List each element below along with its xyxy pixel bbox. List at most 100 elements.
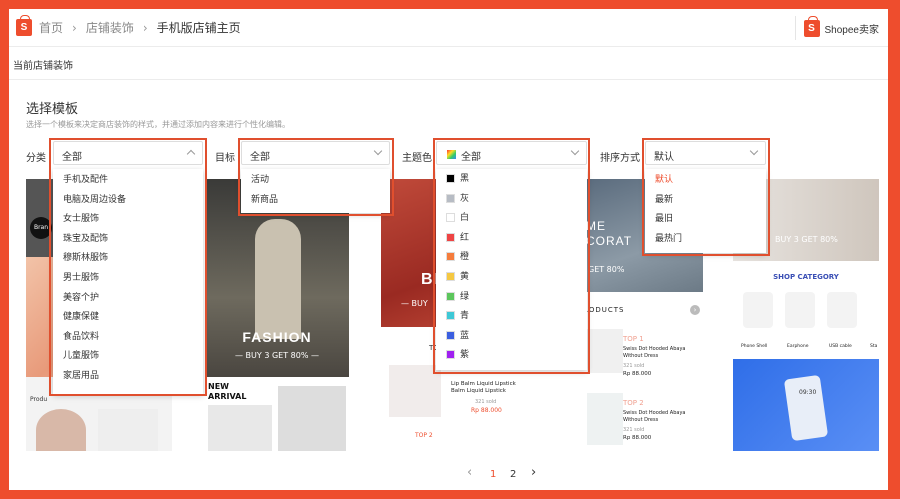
pagination-prev-icon[interactable]: ‹	[467, 465, 472, 480]
chevron-right-icon: ›	[72, 20, 77, 35]
target-select-value: 全部	[250, 152, 270, 163]
category-option[interactable]: 手机及配件	[53, 171, 203, 191]
template-4-sold-1: 321 sold	[623, 363, 645, 369]
sort-option-popular[interactable]: 最热门	[645, 230, 766, 250]
color-option-orange[interactable]: 橙	[436, 248, 587, 268]
seller-center-label: Shopee卖家	[824, 24, 879, 36]
logo-glyph: S	[20, 22, 28, 33]
template-5-category-image-1	[743, 292, 773, 328]
chevron-down-icon	[749, 146, 759, 156]
template-5-category-label-3: USB cable	[829, 344, 852, 349]
template-1-product-image-2	[98, 409, 158, 451]
category-option[interactable]: 男士服饰	[53, 269, 203, 289]
breadcrumb: 首页 › 店铺装饰 › 手机版店铺主页	[39, 19, 241, 36]
template-2-model	[255, 219, 301, 339]
template-3-product-image	[389, 365, 441, 417]
color-swatch	[446, 291, 455, 301]
color-swatch	[446, 193, 455, 203]
color-option-label: 白	[460, 213, 470, 224]
chevron-down-icon	[570, 146, 580, 156]
template-4-headline: ME CORAT	[586, 219, 633, 248]
section-title: 选择模板	[26, 102, 79, 117]
template-5-promo: BUY 3 GET 80%	[775, 235, 838, 244]
category-filter-label: 分类	[26, 153, 46, 164]
color-option-black[interactable]: 黑	[436, 170, 587, 190]
sort-option-oldest[interactable]: 最旧	[645, 210, 766, 230]
template-2-promo: — BUY 3 GET 80% —	[235, 351, 319, 360]
pagination-next-icon[interactable]: ›	[531, 465, 536, 480]
theme-color-dropdown: 黑 灰 白 红 橙 黄 绿 青 蓝 紫	[436, 169, 587, 370]
theme-color-filter-label: 主题色	[402, 153, 432, 164]
template-3-sold: 321 sold	[475, 399, 497, 405]
template-5-shop-category: SHOP CATEGORY	[773, 273, 839, 281]
chevron-right-icon: ›	[142, 20, 148, 35]
category-select[interactable]: 全部	[53, 141, 203, 165]
category-dropdown: 手机及配件 电脑及周边设备 女士服饰 珠宝及配饰 穆斯林服饰 男士服饰 美容个护…	[53, 169, 203, 394]
color-option-gray[interactable]: 灰	[436, 190, 587, 210]
color-option-cyan[interactable]: 青	[436, 307, 587, 327]
color-option-label: 蓝	[460, 330, 470, 341]
breadcrumb-shop-decor[interactable]: 店铺装饰	[86, 19, 134, 36]
template-5-phone-time: 09:30	[799, 389, 817, 396]
template-4-products-title: RODUCTS	[583, 306, 625, 314]
sort-select-value: 默认	[654, 152, 674, 163]
target-dropdown: 活动 新商品	[241, 169, 390, 213]
section-description: 选择一个模板来决定商店装饰的样式，并通过添加内容来进行个性化编辑。	[26, 120, 290, 129]
color-option-purple[interactable]: 紫	[436, 346, 587, 366]
seller-center-link[interactable]: S Shopee卖家	[794, 15, 879, 40]
theme-color-select[interactable]: 全部	[436, 141, 587, 165]
template-4-promo: GET 80%	[588, 265, 625, 274]
category-option[interactable]: 健康保健	[53, 308, 203, 328]
target-select[interactable]: 全部	[241, 141, 390, 165]
color-option-white[interactable]: 白	[436, 209, 587, 229]
template-3-price: Rp 88.000	[471, 407, 502, 414]
sort-select[interactable]: 默认	[645, 141, 766, 165]
color-swatch	[446, 330, 455, 340]
template-2-new-arrival: NEW ARRIVAL	[208, 382, 247, 401]
arrow-right-icon[interactable]: ›	[690, 305, 700, 315]
template-5-category-image-3	[827, 292, 857, 328]
template-3-product-name: Lip Balm Liquid Lipstick Balm Liquid Lip…	[451, 381, 516, 394]
category-option[interactable]: 食品饮料	[53, 328, 203, 348]
color-swatch	[446, 232, 455, 242]
color-option-label: 橙	[460, 252, 470, 263]
color-option-label: 青	[460, 311, 470, 322]
current-decoration-bar: 当前店铺装饰	[9, 48, 888, 80]
category-option[interactable]: 女士服饰	[53, 210, 203, 230]
category-option[interactable]: 珠宝及配饰	[53, 230, 203, 250]
template-card-2[interactable]: FASHION — BUY 3 GET 80% — NEW ARRIVAL	[205, 179, 349, 451]
template-3-top2: TOP 2	[415, 432, 433, 439]
target-option[interactable]: 新商品	[241, 191, 390, 211]
category-option[interactable]: 电脑及周边设备	[53, 191, 203, 211]
category-option[interactable]: 穆斯林服饰	[53, 249, 203, 269]
logo-glyph: S	[808, 22, 815, 34]
color-swatch	[446, 213, 455, 223]
color-option-red[interactable]: 红	[436, 229, 587, 249]
color-option-green[interactable]: 绿	[436, 288, 587, 308]
template-4-rank-1: TOP 1	[623, 335, 644, 343]
category-option[interactable]: 家居用品	[53, 367, 203, 387]
sort-dropdown: 默认 最新 最旧 最热门	[645, 169, 766, 253]
template-4-name-2: Swiss Dot Hooded Abaya Without Dress	[623, 410, 686, 423]
sort-option-default[interactable]: 默认	[645, 171, 766, 191]
shopee-logo-icon[interactable]: S	[16, 15, 32, 36]
template-4-name-1: Swiss Dot Hooded Abaya Without Dress	[623, 346, 686, 359]
category-select-value: 全部	[62, 152, 82, 163]
category-option[interactable]: 儿童服饰	[53, 347, 203, 367]
color-palette-icon	[447, 150, 456, 159]
template-4-rank-2: TOP 2	[623, 399, 644, 407]
pagination-page-1[interactable]: 1	[490, 469, 496, 480]
sort-filter-label: 排序方式	[600, 153, 640, 164]
template-4-product-image-1	[587, 329, 623, 373]
category-option[interactable]: 美容个护	[53, 289, 203, 309]
chevron-up-icon	[186, 149, 196, 159]
color-option-label: 灰	[460, 193, 470, 204]
target-option[interactable]: 活动	[241, 171, 390, 191]
color-option-label: 黄	[460, 271, 470, 282]
color-option-yellow[interactable]: 黄	[436, 268, 587, 288]
breadcrumb-home[interactable]: 首页	[39, 19, 63, 36]
pagination-page-2[interactable]: 2	[510, 469, 516, 480]
template-4-price-1: Rp 88.000	[623, 371, 652, 377]
color-option-blue[interactable]: 蓝	[436, 327, 587, 347]
sort-option-newest[interactable]: 最新	[645, 191, 766, 211]
